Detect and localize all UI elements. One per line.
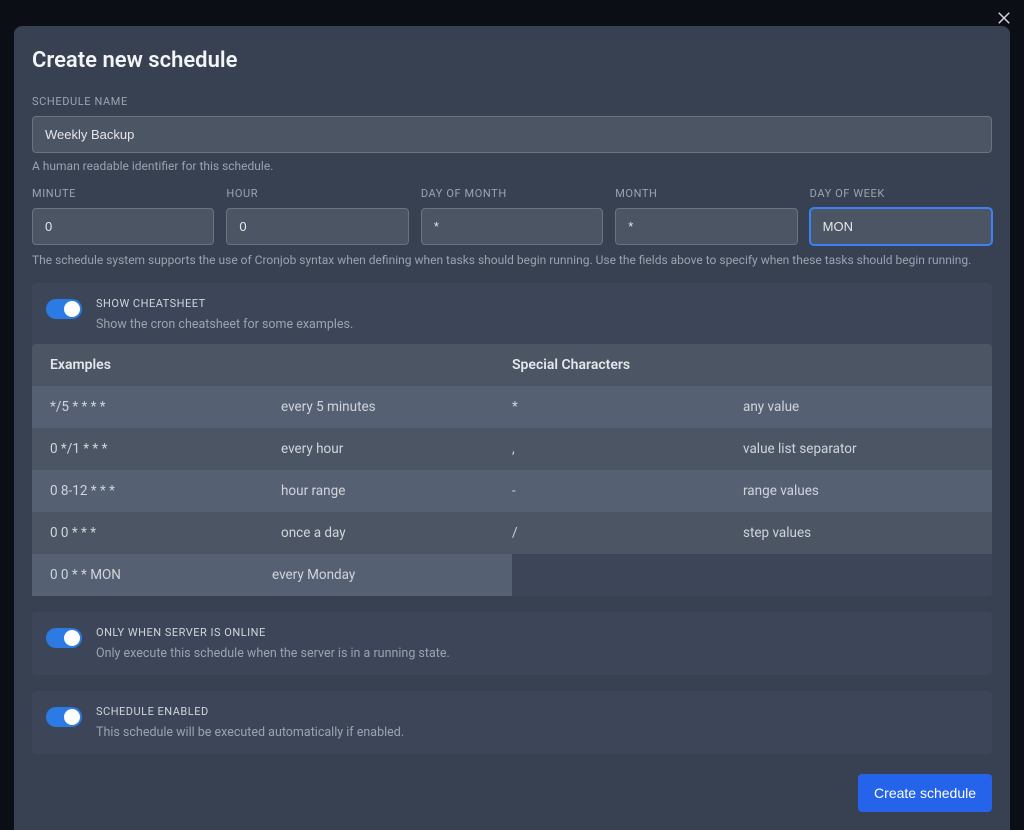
create-schedule-button[interactable]: Create schedule	[858, 774, 992, 812]
cheat-char-meaning: range values	[743, 483, 974, 499]
cheat-char: /	[512, 525, 743, 541]
show-cheatsheet-desc: Show the cron cheatsheet for some exampl…	[96, 317, 353, 332]
cheat-header-special: Special Characters	[512, 357, 974, 373]
cheat-meaning: hour range	[281, 483, 512, 499]
cheat-expr: 0 0 * * *	[50, 525, 281, 541]
schedule-enabled-desc: This schedule will be executed automatic…	[96, 725, 404, 740]
schedule-name-section: SCHEDULE NAME A human readable identifie…	[32, 95, 992, 173]
cheat-char: ,	[512, 441, 743, 457]
cheat-meaning: every Monday	[272, 567, 494, 583]
day-of-month-input[interactable]	[421, 208, 603, 245]
cheat-expr: */5 * * * *	[50, 399, 281, 415]
show-cheatsheet-label: SHOW CHEATSHEET	[96, 297, 353, 310]
day-of-month-label: DAY OF MONTH	[421, 187, 603, 200]
cheat-char: -	[512, 483, 743, 499]
schedule-enabled-card: SCHEDULE ENABLED This schedule will be e…	[32, 691, 992, 754]
minute-label: MINUTE	[32, 187, 214, 200]
hour-input[interactable]	[226, 208, 408, 245]
show-cheatsheet-toggle[interactable]	[46, 299, 82, 319]
only-online-desc: Only execute this schedule when the serv…	[96, 646, 450, 661]
cron-help-text: The schedule system supports the use of …	[32, 253, 992, 267]
cheat-row: 0 */1 * * * every hour , value list sepa…	[32, 428, 992, 470]
cheat-char-meaning: value list separator	[743, 441, 974, 457]
cheat-char-meaning: any value	[743, 399, 974, 415]
modal-title: Create new schedule	[32, 48, 992, 73]
only-online-card: ONLY WHEN SERVER IS ONLINE Only execute …	[32, 612, 992, 675]
cron-fields-row: MINUTE HOUR DAY OF MONTH MONTH DAY OF WE…	[32, 187, 992, 245]
hour-label: HOUR	[226, 187, 408, 200]
cheat-meaning: every 5 minutes	[281, 399, 512, 415]
cheat-row: */5 * * * * every 5 minutes * any value	[32, 386, 992, 428]
day-of-week-input[interactable]	[810, 208, 992, 245]
only-online-toggle[interactable]	[46, 628, 82, 648]
schedule-enabled-toggle[interactable]	[46, 707, 82, 727]
cheat-header-examples: Examples	[50, 357, 512, 373]
cheatsheet-table: Examples Special Characters */5 * * * * …	[32, 344, 992, 596]
cheat-row: 0 0 * * MON every Monday	[32, 554, 512, 596]
cheat-char-meaning: step values	[743, 525, 974, 541]
cheat-expr: 0 8-12 * * *	[50, 483, 281, 499]
create-schedule-modal: Create new schedule SCHEDULE NAME A huma…	[14, 26, 1010, 830]
month-input[interactable]	[615, 208, 797, 245]
cheat-expr: 0 0 * * MON	[50, 567, 272, 583]
month-label: MONTH	[615, 187, 797, 200]
schedule-enabled-label: SCHEDULE ENABLED	[96, 705, 404, 718]
day-of-week-label: DAY OF WEEK	[810, 187, 992, 200]
cheat-meaning: every hour	[281, 441, 512, 457]
cheat-char: *	[512, 399, 743, 415]
schedule-name-label: SCHEDULE NAME	[32, 95, 992, 108]
cheat-meaning: once a day	[281, 525, 512, 541]
cheat-row: 0 0 * * * once a day / step values	[32, 512, 992, 554]
cheat-row: 0 8-12 * * * hour range - range values	[32, 470, 992, 512]
only-online-label: ONLY WHEN SERVER IS ONLINE	[96, 626, 450, 639]
close-icon[interactable]	[992, 6, 1016, 30]
schedule-name-help: A human readable identifier for this sch…	[32, 159, 992, 173]
schedule-name-input[interactable]	[32, 116, 992, 153]
minute-input[interactable]	[32, 208, 214, 245]
cheatsheet-card: SHOW CHEATSHEET Show the cron cheatsheet…	[32, 283, 992, 596]
cheat-expr: 0 */1 * * *	[50, 441, 281, 457]
